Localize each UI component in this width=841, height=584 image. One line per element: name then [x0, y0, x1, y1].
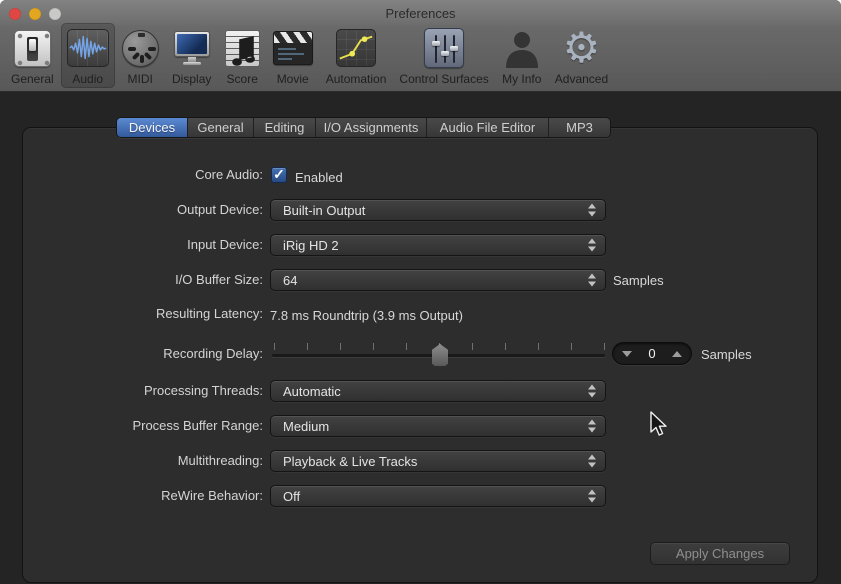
toggle-switch-icon — [14, 26, 51, 70]
audio-pref-tabs: Devices General Editing I/O Assignments … — [116, 117, 611, 138]
processing-threads-value: Automatic — [283, 384, 341, 399]
processing-threads-label: Processing Threads: — [40, 380, 263, 402]
recording-delay-slider[interactable] — [270, 341, 607, 368]
select-arrows-icon — [588, 204, 596, 217]
slider-tick — [472, 343, 473, 350]
tab-editing[interactable]: Editing — [253, 118, 315, 137]
recording-delay-value: 0 — [648, 346, 655, 361]
select-arrows-icon — [588, 420, 596, 433]
apply-changes-button[interactable]: Apply Changes — [650, 542, 790, 565]
stepper-decrement-icon[interactable] — [622, 351, 632, 357]
toolbar-item-label: Movie — [277, 72, 309, 86]
slider-tick — [538, 343, 539, 350]
toolbar-item-label: Automation — [326, 72, 387, 86]
toolbar-item-label: Score — [227, 72, 258, 86]
tab-devices[interactable]: Devices — [117, 118, 187, 137]
toolbar-item-display[interactable]: Display — [166, 23, 218, 88]
io-buffer-size-unit: Samples — [613, 272, 664, 290]
processing-threads-select[interactable]: Automatic — [270, 380, 606, 402]
multithreading-select[interactable]: Playback & Live Tracks — [270, 450, 606, 472]
input-device-select[interactable]: iRig HD 2 — [270, 234, 606, 256]
preferences-window: Preferences General Audio — [0, 0, 841, 584]
input-device-label: Input Device: — [40, 234, 263, 256]
tab-general[interactable]: General — [187, 118, 253, 137]
rewire-behavior-value: Off — [283, 489, 300, 504]
toolbar-item-general[interactable]: General — [5, 23, 60, 88]
recording-delay-unit: Samples — [701, 346, 752, 364]
monitor-icon — [172, 26, 212, 70]
slider-tick — [604, 343, 605, 350]
toolbar-item-my-info[interactable]: My Info — [496, 23, 548, 88]
resulting-latency-value: 7.8 ms Roundtrip (3.9 ms Output) — [270, 307, 463, 325]
checkmark-icon: ✓ — [273, 167, 285, 181]
select-arrows-icon — [588, 274, 596, 287]
window-title: Preferences — [0, 6, 841, 21]
tab-mp3[interactable]: MP3 — [548, 118, 610, 137]
automation-curve-icon — [336, 26, 376, 70]
preferences-toolbar: General Audio MIDI — [5, 23, 841, 91]
toolbar-item-control-surfaces[interactable]: Control Surfaces — [393, 23, 494, 88]
toolbar-item-automation[interactable]: Automation — [320, 23, 393, 88]
clapperboard-icon — [273, 26, 313, 70]
slider-tick — [373, 343, 374, 350]
multithreading-label: Multithreading: — [40, 450, 263, 472]
resulting-latency-label: Resulting Latency: — [40, 303, 263, 325]
toolbar-item-label: General — [11, 72, 54, 86]
slider-tick — [505, 343, 506, 350]
core-audio-label: Core Audio: — [40, 164, 263, 186]
toolbar-item-movie[interactable]: Movie — [267, 23, 319, 88]
person-icon — [502, 26, 542, 70]
core-audio-enabled-label: Enabled — [295, 169, 343, 187]
slider-tick — [406, 343, 407, 350]
window-header: Preferences General Audio — [0, 0, 841, 92]
slider-tick — [571, 343, 572, 350]
recording-delay-stepper: 0 — [612, 342, 692, 365]
tab-io-assignments[interactable]: I/O Assignments — [315, 118, 426, 137]
mixer-faders-icon — [424, 26, 464, 70]
midi-din-icon — [122, 26, 159, 70]
toolbar-item-score[interactable]: Score — [219, 23, 266, 88]
select-arrows-icon — [588, 385, 596, 398]
toolbar-item-label: Control Surfaces — [399, 72, 488, 86]
io-buffer-size-select[interactable]: 64 — [270, 269, 606, 291]
output-device-value: Built-in Output — [283, 203, 365, 218]
slider-thumb[interactable] — [432, 344, 448, 366]
rewire-behavior-label: ReWire Behavior: — [40, 485, 263, 507]
toolbar-item-midi[interactable]: MIDI — [116, 23, 165, 88]
select-arrows-icon — [588, 490, 596, 503]
toolbar-item-label: My Info — [502, 72, 541, 86]
process-buffer-range-label: Process Buffer Range: — [40, 415, 263, 437]
io-buffer-size-value: 64 — [283, 273, 297, 288]
stepper-increment-icon[interactable] — [672, 351, 682, 357]
toolbar-item-label: Display — [172, 72, 211, 86]
toolbar-item-label: MIDI — [128, 72, 153, 86]
select-arrows-icon — [588, 239, 596, 252]
output-device-label: Output Device: — [40, 199, 263, 221]
input-device-value: iRig HD 2 — [283, 238, 339, 253]
io-buffer-size-label: I/O Buffer Size: — [40, 269, 263, 291]
waveform-icon — [67, 26, 109, 70]
toolbar-item-advanced[interactable]: ⚙ Advanced — [549, 23, 614, 88]
output-device-select[interactable]: Built-in Output — [270, 199, 606, 221]
multithreading-value: Playback & Live Tracks — [283, 454, 417, 469]
tab-audio-file-editor[interactable]: Audio File Editor — [426, 118, 548, 137]
slider-tick — [274, 343, 275, 350]
toolbar-item-audio[interactable]: Audio — [61, 23, 115, 88]
toolbar-item-label: Audio — [72, 72, 103, 86]
slider-tick — [340, 343, 341, 350]
process-buffer-range-select[interactable]: Medium — [270, 415, 606, 437]
process-buffer-range-value: Medium — [283, 419, 329, 434]
core-audio-checkbox[interactable]: ✓ — [271, 167, 287, 183]
slider-tick — [307, 343, 308, 350]
toolbar-item-label: Advanced — [555, 72, 608, 86]
rewire-behavior-select[interactable]: Off — [270, 485, 606, 507]
gear-icon: ⚙ — [563, 26, 601, 70]
music-note-icon — [225, 26, 260, 70]
select-arrows-icon — [588, 455, 596, 468]
recording-delay-label: Recording Delay: — [40, 343, 263, 365]
